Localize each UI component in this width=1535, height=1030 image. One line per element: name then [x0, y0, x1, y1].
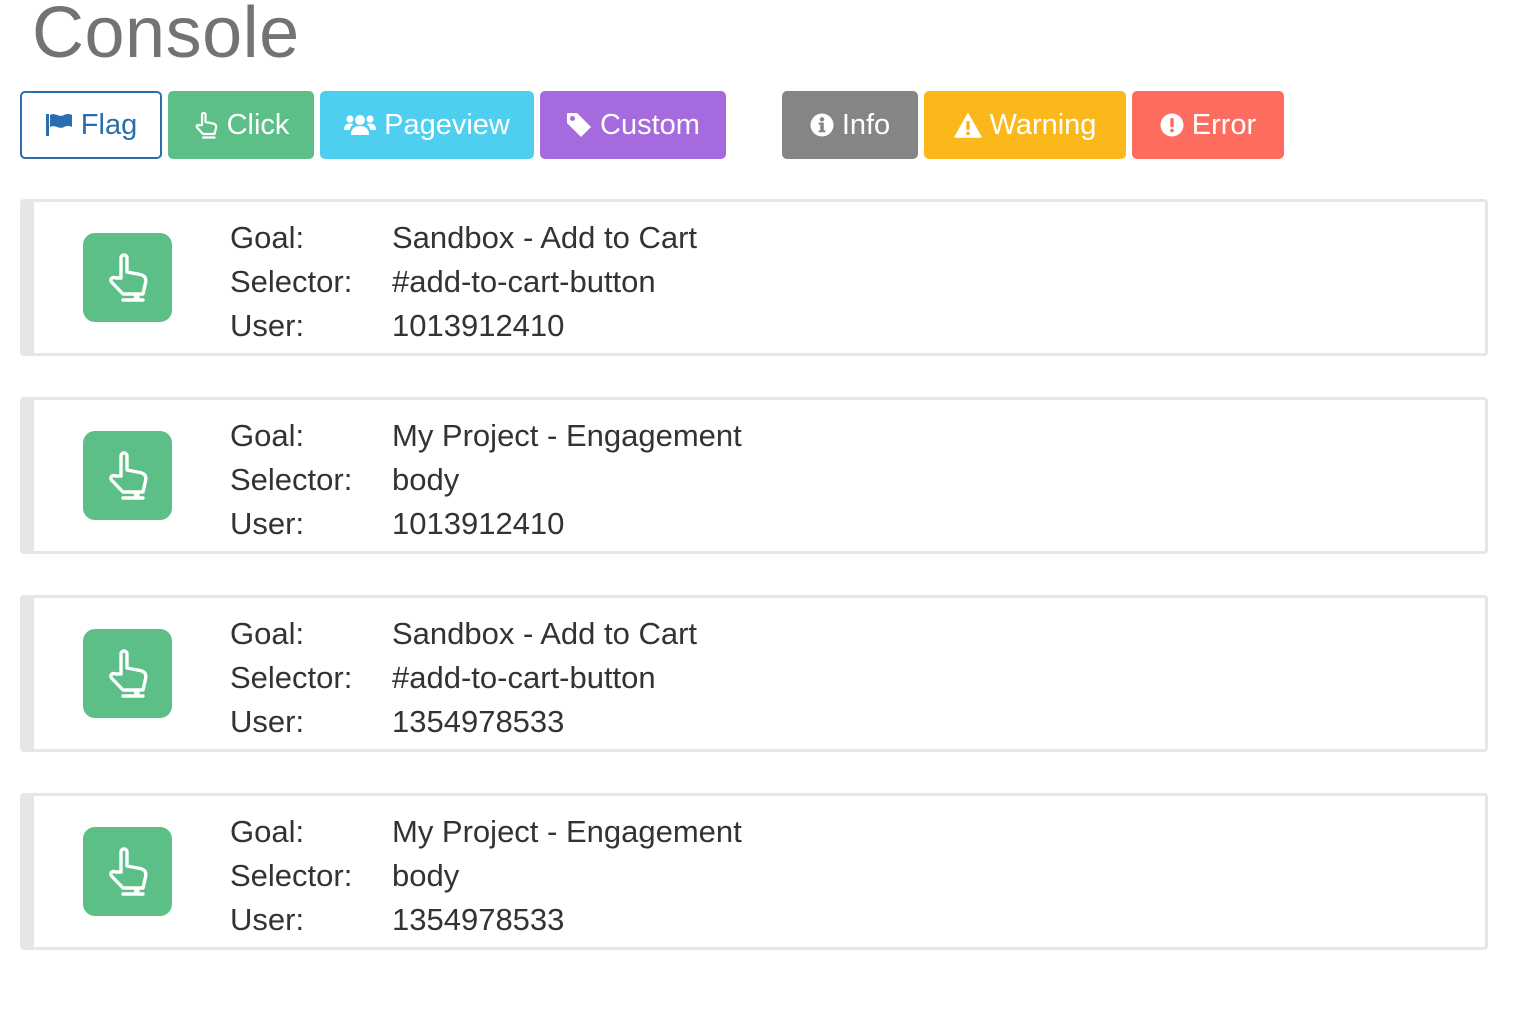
selector-value: #add-to-cart-button — [392, 264, 656, 299]
warning-filter-button[interactable]: Warning — [924, 91, 1126, 159]
users-icon — [344, 113, 377, 137]
tag-icon — [566, 112, 592, 138]
log-item: Goal: Sandbox - Add to Cart Selector: #a… — [20, 199, 1488, 356]
console-page: Console Flag Click Pageview Custom Info … — [0, 0, 1535, 1030]
pointer-hand-icon — [83, 233, 172, 322]
pageview-filter-label: Pageview — [384, 108, 510, 141]
page-title: Console — [32, 0, 300, 73]
goal-value: My Project - Engagement — [392, 814, 742, 849]
log-fields: Goal: My Project - Engagement Selector: … — [230, 810, 742, 942]
click-filter-label: Click — [226, 108, 290, 141]
selector-row: Selector: body — [230, 458, 742, 502]
custom-filter-button[interactable]: Custom — [540, 91, 726, 159]
goal-value: My Project - Engagement — [392, 418, 742, 453]
error-filter-label: Error — [1191, 108, 1257, 141]
error-filter-button[interactable]: Error — [1132, 91, 1284, 159]
info-filter-button[interactable]: Info — [782, 91, 918, 159]
pointer-hand-icon — [83, 431, 172, 520]
warning-triangle-icon — [953, 112, 982, 138]
goal-row: Goal: Sandbox - Add to Cart — [230, 216, 697, 260]
user-row: User: 1354978533 — [230, 700, 697, 744]
flag-filter-label: Flag — [80, 108, 138, 141]
selector-value: body — [392, 462, 460, 497]
goal-label: Goal: — [230, 616, 305, 651]
user-label: User: — [230, 308, 305, 343]
goal-value: Sandbox - Add to Cart — [392, 616, 698, 651]
selector-label: Selector: — [230, 858, 353, 893]
user-label: User: — [230, 704, 305, 739]
log-item: Goal: Sandbox - Add to Cart Selector: #a… — [20, 595, 1488, 752]
pointer-hand-icon — [83, 629, 172, 718]
user-value: 1013912410 — [392, 308, 565, 343]
selector-value: #add-to-cart-button — [392, 660, 656, 695]
goal-label: Goal: — [230, 814, 305, 849]
pageview-filter-button[interactable]: Pageview — [320, 91, 534, 159]
log-fields: Goal: My Project - Engagement Selector: … — [230, 414, 742, 546]
goal-row: Goal: My Project - Engagement — [230, 414, 742, 458]
flag-filter-button[interactable]: Flag — [20, 91, 162, 159]
goal-row: Goal: My Project - Engagement — [230, 810, 742, 854]
selector-label: Selector: — [230, 660, 353, 695]
log-item: Goal: My Project - Engagement Selector: … — [20, 793, 1488, 950]
selector-value: body — [392, 858, 460, 893]
goal-label: Goal: — [230, 220, 305, 255]
goal-row: Goal: Sandbox - Add to Cart — [230, 612, 697, 656]
info-filter-label: Info — [841, 108, 891, 141]
info-circle-icon — [810, 113, 834, 137]
log-fields: Goal: Sandbox - Add to Cart Selector: #a… — [230, 216, 697, 348]
flag-icon — [45, 113, 73, 137]
user-label: User: — [230, 902, 305, 937]
pointer-hand-icon — [83, 827, 172, 916]
goal-label: Goal: — [230, 418, 305, 453]
selector-row: Selector: body — [230, 854, 742, 898]
selector-label: Selector: — [230, 264, 353, 299]
user-row: User: 1013912410 — [230, 304, 697, 348]
user-row: User: 1354978533 — [230, 898, 742, 942]
user-value: 1013912410 — [392, 506, 565, 541]
user-label: User: — [230, 506, 305, 541]
warning-filter-label: Warning — [989, 108, 1097, 141]
user-row: User: 1013912410 — [230, 502, 742, 546]
user-value: 1354978533 — [392, 704, 565, 739]
user-value: 1354978533 — [392, 902, 565, 937]
selector-row: Selector: #add-to-cart-button — [230, 260, 697, 304]
goal-value: Sandbox - Add to Cart — [392, 220, 698, 255]
click-filter-button[interactable]: Click — [168, 91, 314, 159]
exclamation-circle-icon — [1160, 113, 1184, 137]
log-item: Goal: My Project - Engagement Selector: … — [20, 397, 1488, 554]
custom-filter-label: Custom — [600, 108, 700, 141]
pointer-hand-icon — [193, 111, 219, 139]
selector-label: Selector: — [230, 462, 353, 497]
log-fields: Goal: Sandbox - Add to Cart Selector: #a… — [230, 612, 697, 744]
selector-row: Selector: #add-to-cart-button — [230, 656, 697, 700]
